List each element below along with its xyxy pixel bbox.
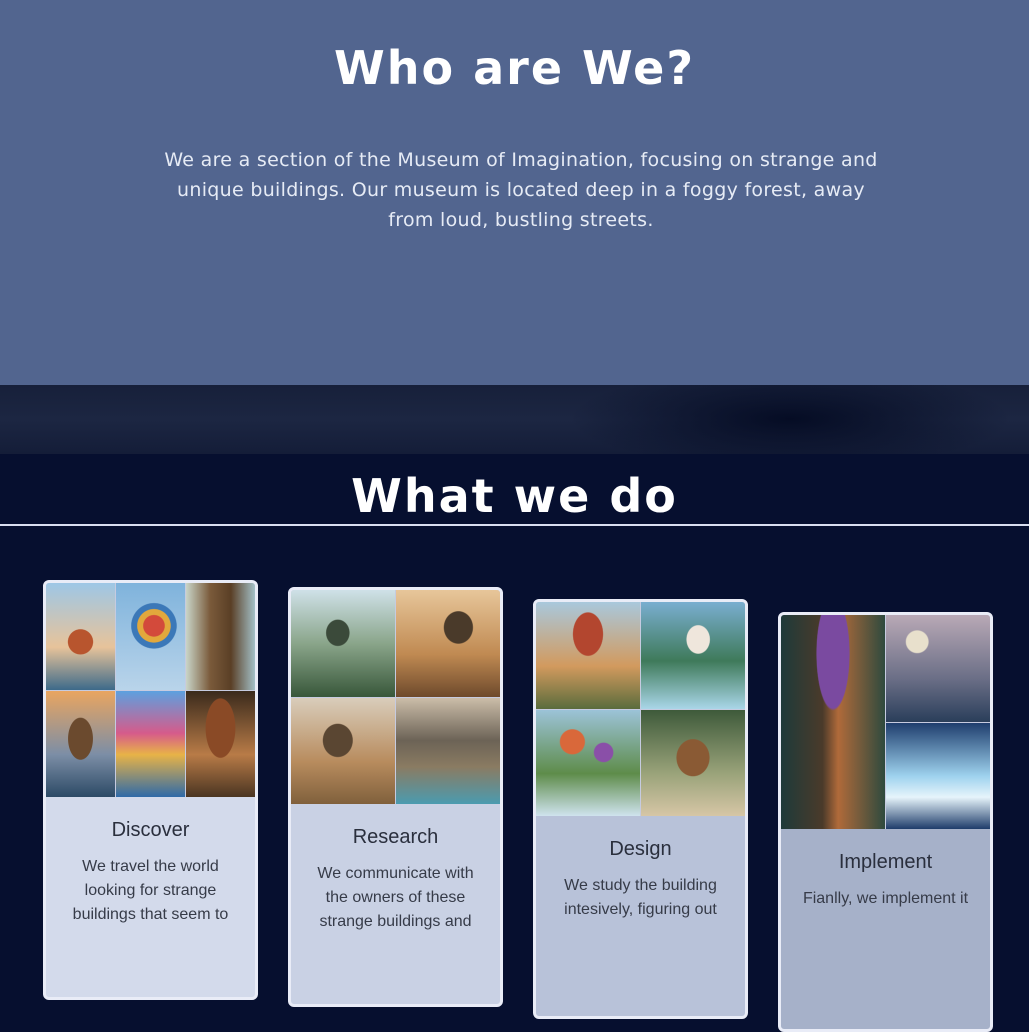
card-title: Design bbox=[609, 838, 672, 860]
card-design[interactable]: Design We study the building intesively,… bbox=[533, 599, 748, 1019]
card-discover[interactable]: Discover We travel the world looking for… bbox=[43, 580, 258, 1000]
about-heading: Who are We? bbox=[333, 41, 696, 95]
card-image-research bbox=[291, 590, 500, 804]
card-implement[interactable]: Implement Fianlly, we implement it bbox=[778, 612, 993, 1032]
what-we-do-section: What we do Discover We travel the world … bbox=[0, 454, 1029, 1032]
card-description: We study the building intesively, figuri… bbox=[564, 877, 717, 918]
card-image-discover bbox=[46, 583, 255, 797]
card-description: Fianlly, we implement it bbox=[802, 890, 969, 907]
section-divider-band bbox=[0, 385, 1029, 454]
card-description: We communicate with the owners of these … bbox=[317, 865, 474, 930]
about-section: Who are We? We are a section of the Muse… bbox=[0, 0, 1029, 385]
what-we-do-heading: What we do bbox=[351, 469, 678, 523]
heading-underline bbox=[0, 524, 1029, 526]
card-title: Research bbox=[352, 826, 439, 848]
about-paragraph: We are a section of the Museum of Imagin… bbox=[164, 149, 878, 231]
card-title: Implement bbox=[838, 851, 933, 873]
card-title: Discover bbox=[111, 819, 190, 841]
card-research[interactable]: Research We communicate with the owners … bbox=[288, 587, 503, 1007]
card-description: We travel the world looking for strange … bbox=[72, 858, 229, 923]
card-image-implement bbox=[781, 615, 990, 829]
card-image-design bbox=[536, 602, 745, 816]
